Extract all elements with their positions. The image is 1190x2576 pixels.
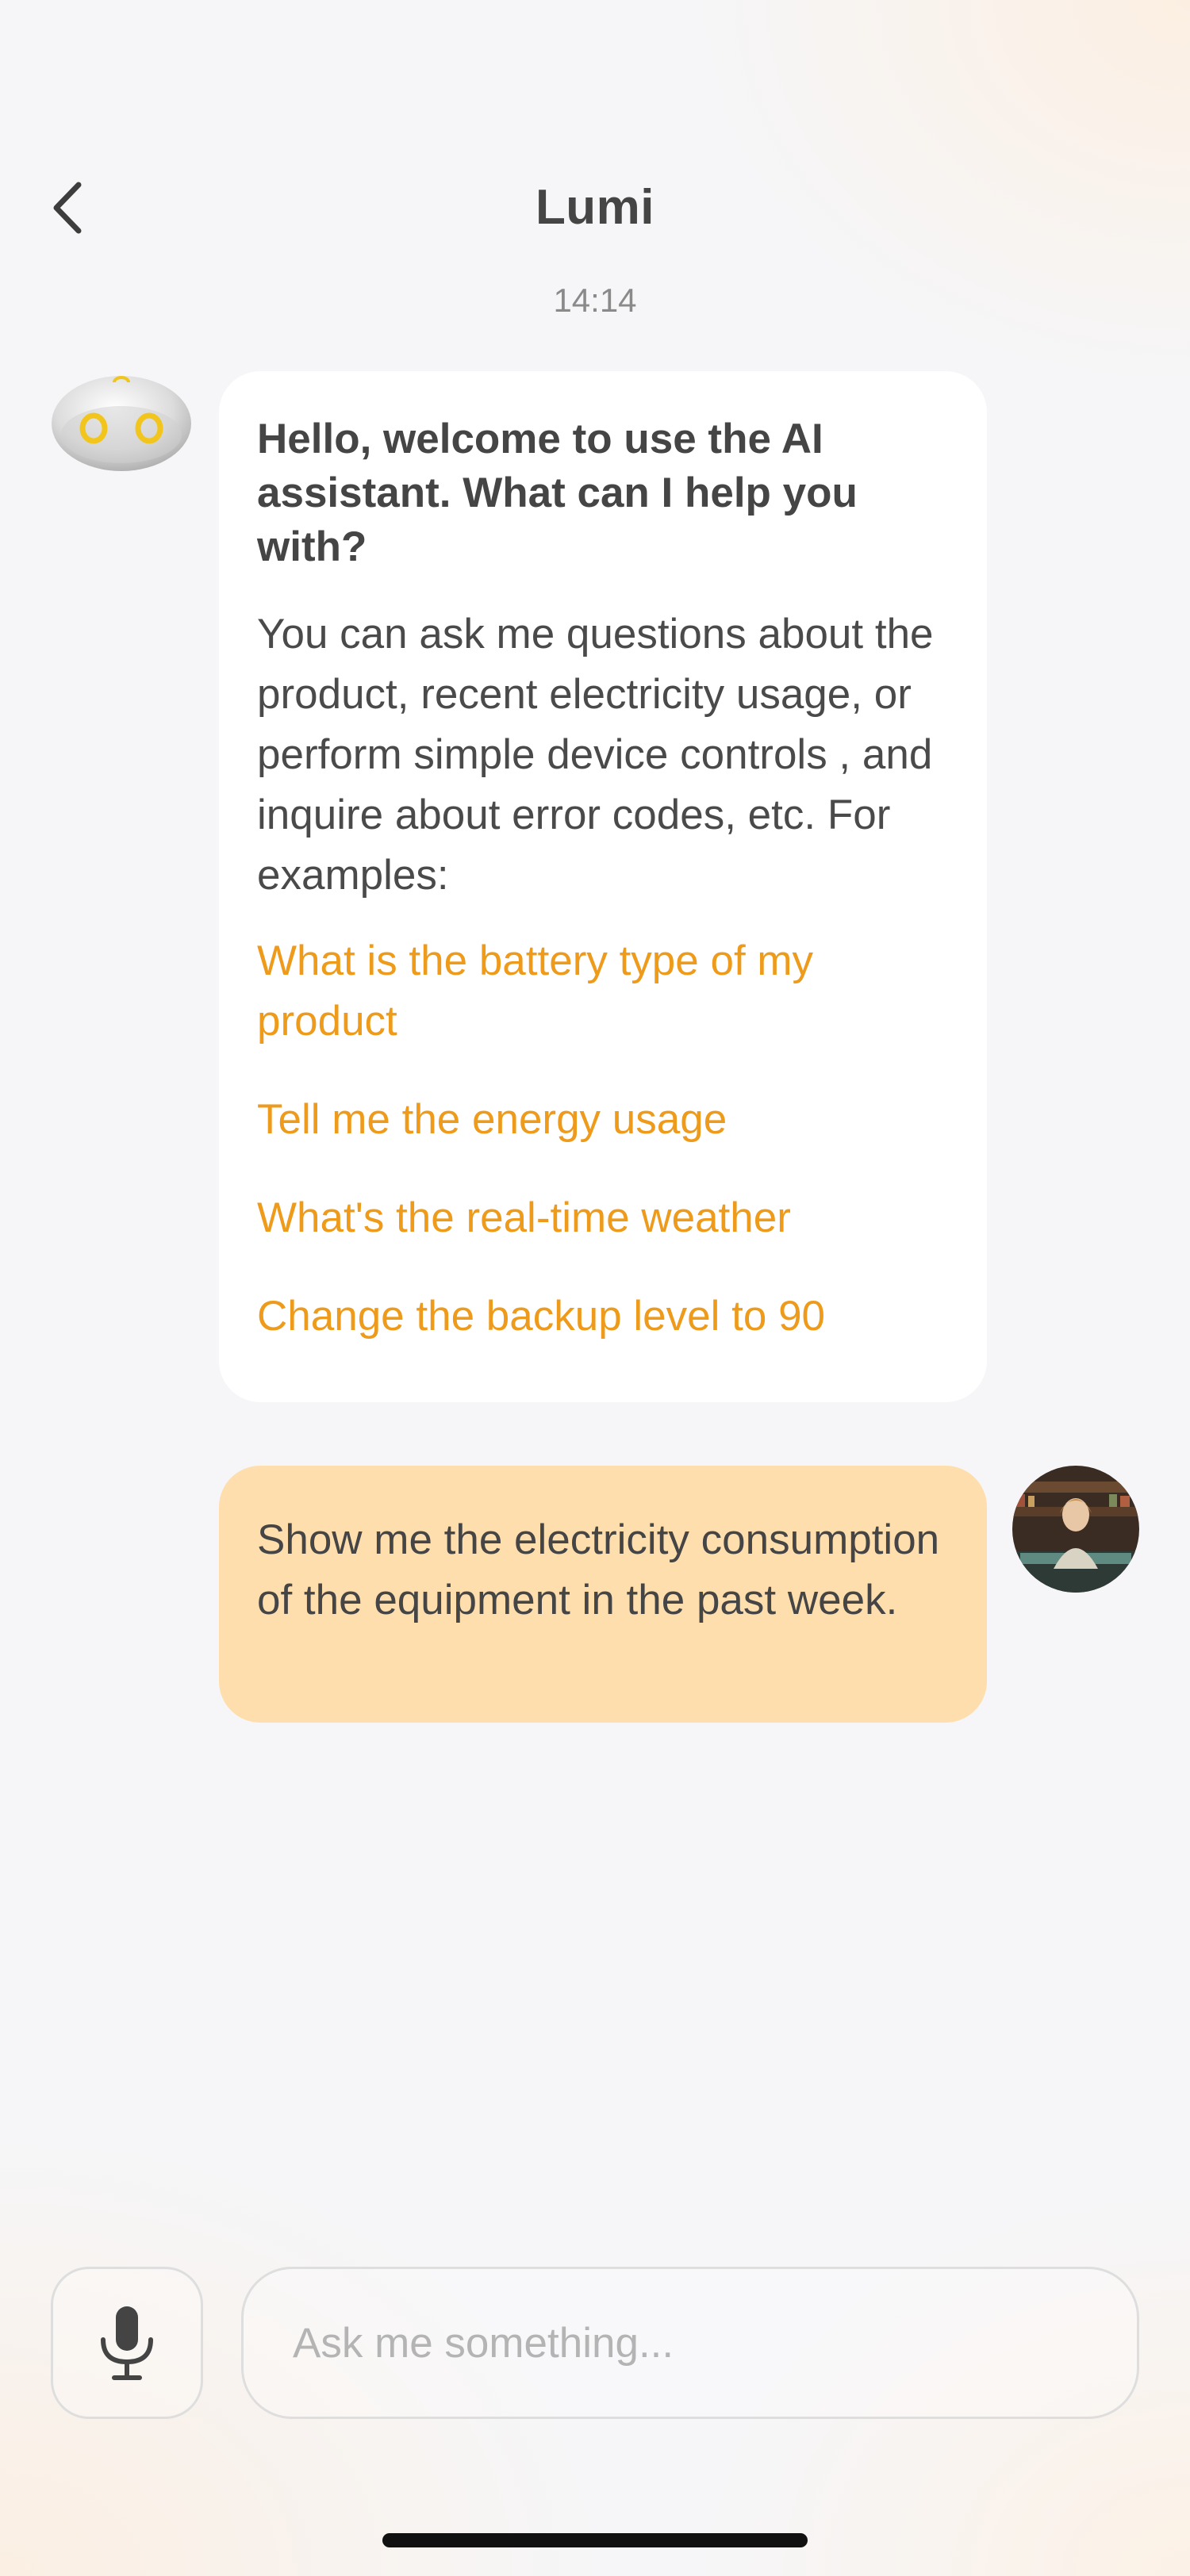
- suggestion-energy-usage[interactable]: Tell me the energy usage: [257, 1090, 949, 1150]
- assistant-greeting: Hello, welcome to use the AI assistant. …: [257, 416, 858, 570]
- robot-icon: [52, 376, 191, 471]
- assistant-intro-text: You can ask me questions about the produ…: [257, 611, 934, 899]
- user-avatar: [1012, 1466, 1139, 1593]
- user-message-bubble: Show me the electricity consumption of t…: [219, 1466, 987, 1723]
- ask-input[interactable]: [241, 2267, 1139, 2419]
- user-photo: [1012, 1466, 1139, 1593]
- home-indicator: [382, 2533, 808, 2547]
- suggestion-backup-level[interactable]: Change the backup level to 90: [257, 1286, 949, 1347]
- message-timestamp: 14:14: [553, 282, 637, 319]
- suggestion-list: What is the battery type of my product T…: [257, 931, 949, 1347]
- assistant-message-bubble: Hello, welcome to use the AI assistant. …: [219, 371, 987, 1402]
- bot-avatar: [49, 371, 194, 474]
- microphone-icon: [101, 2306, 153, 2380]
- suggestion-weather[interactable]: What's the real-time weather: [257, 1188, 949, 1248]
- suggestion-battery-type[interactable]: What is the battery type of my product: [257, 931, 949, 1052]
- microphone-button[interactable]: [51, 2267, 203, 2419]
- page-title: Lumi: [535, 180, 655, 235]
